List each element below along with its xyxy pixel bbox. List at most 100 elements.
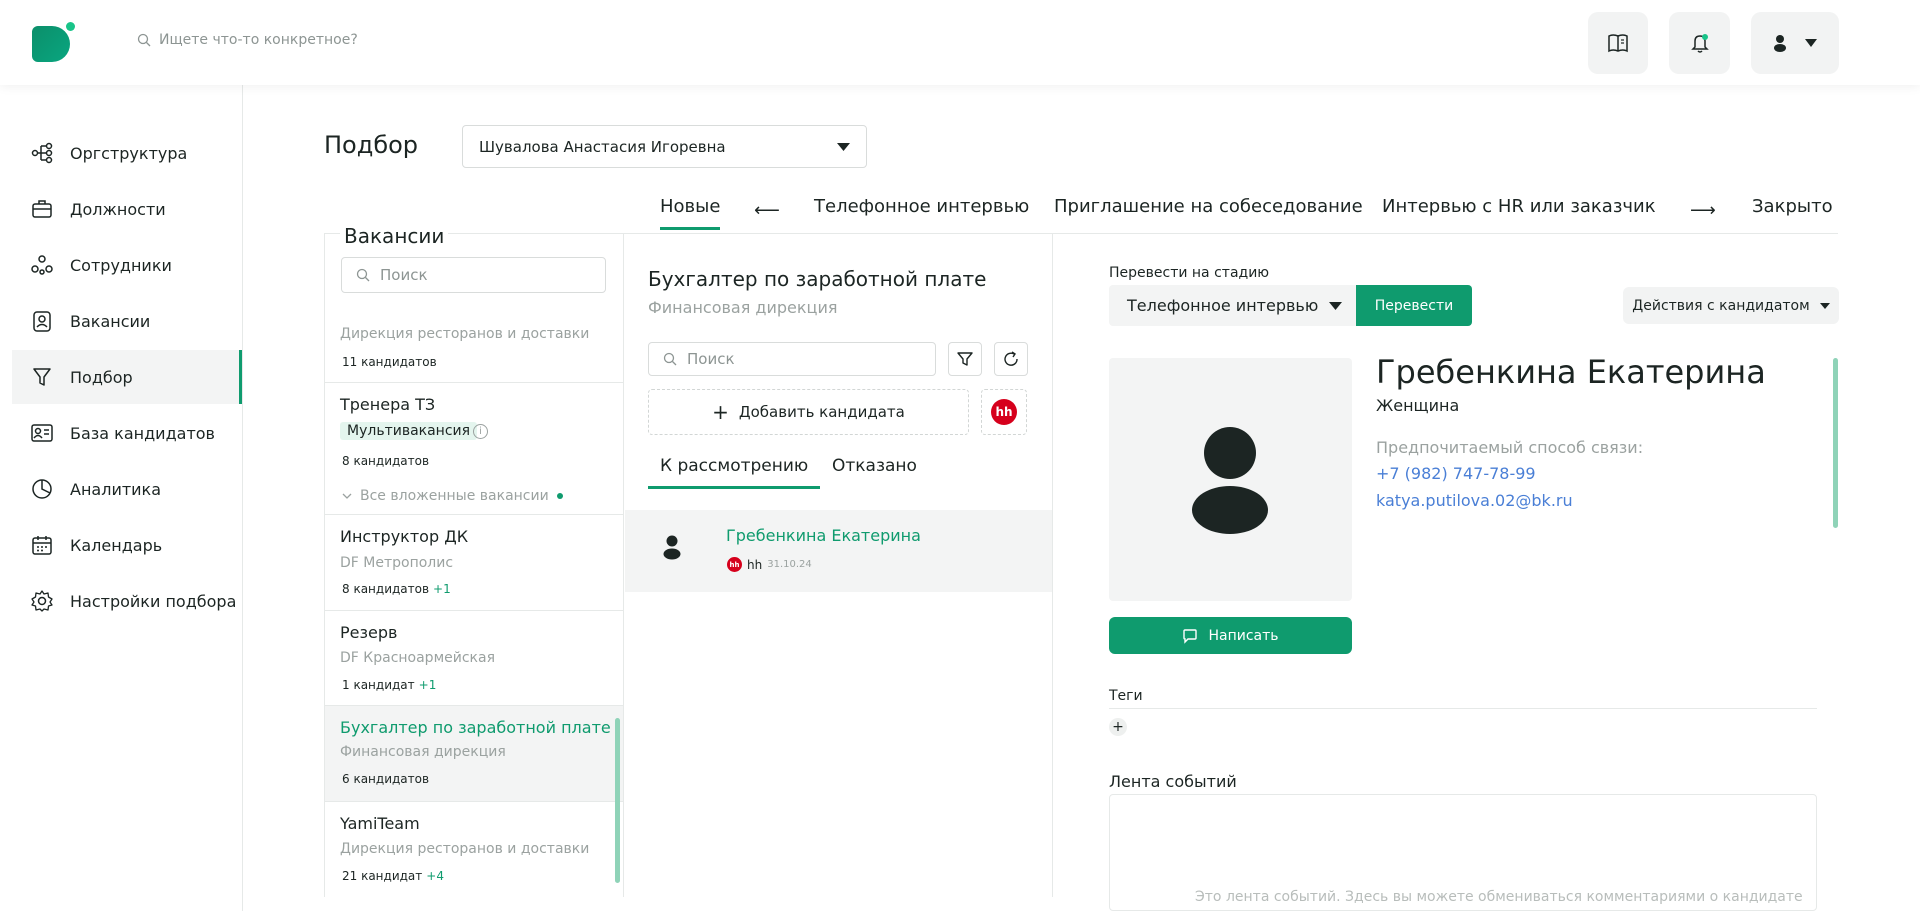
- sidebar-item-calendar[interactable]: Календарь: [12, 518, 242, 572]
- vacancy-count: 11 кандидатов: [342, 355, 437, 369]
- vacancy-item[interactable]: YamiTeam Дирекция ресторанов и доставки …: [325, 802, 623, 897]
- move-button[interactable]: Перевести: [1356, 285, 1472, 326]
- funnel-icon: [957, 352, 973, 366]
- sidebar-item-org-structure[interactable]: Оргструктура: [12, 126, 242, 180]
- write-message-button[interactable]: Написать: [1109, 617, 1352, 654]
- vacancy-item[interactable]: Тренера ТЗ Мультивакансия i 8 кандидатов…: [325, 383, 623, 515]
- green-dot-icon: [556, 493, 563, 499]
- refresh-button[interactable]: [994, 342, 1028, 376]
- vacancies-scrollbar[interactable]: [615, 718, 620, 883]
- vacancy-department: DF Метрополис: [340, 555, 454, 571]
- user-icon: [1774, 35, 1786, 52]
- sidebar-item-employees[interactable]: Сотрудники: [12, 238, 242, 292]
- candidates-search-input[interactable]: Поиск: [648, 342, 936, 376]
- vacancy-item-selected[interactable]: Бухгалтер по заработной плате Финансовая…: [325, 706, 623, 802]
- move-stage-label: Перевести на стадию: [1109, 265, 1270, 281]
- event-feed-placeholder: Это лента событий. Здесь вы можете обмен…: [1195, 889, 1803, 905]
- tab-stage-invitation[interactable]: Приглашение на собеседование: [1054, 196, 1363, 217]
- recruiter-select-value: Шувалова Анастасия Игоревна: [479, 137, 726, 156]
- vacancy-subtitle: Финансовая дирекция: [648, 298, 838, 317]
- global-search-placeholder: Ищете что-то конкретное?: [159, 32, 358, 48]
- chevron-down-icon: [342, 493, 352, 499]
- add-tag-button[interactable]: +: [1109, 718, 1127, 736]
- multivacancy-badge: Мультивакансия: [340, 422, 478, 440]
- vacancy-count-text: 1 кандидат: [342, 678, 415, 692]
- stage-select[interactable]: Телефонное интервью: [1109, 285, 1356, 326]
- tab-rejected[interactable]: Отказано: [832, 456, 917, 476]
- add-candidate-label: Добавить кандидата: [738, 403, 905, 421]
- candidate-phone-link[interactable]: +7 (982) 747-78-99: [1376, 464, 1536, 483]
- tab-stage-hr-interview[interactable]: Интервью с HR или заказчик: [1382, 196, 1656, 217]
- user-menu-button[interactable]: [1751, 12, 1839, 74]
- vacancy-item[interactable]: Резерв DF Красноармейская 1 кандидат +1: [325, 611, 623, 706]
- candidate-name[interactable]: Гребенкина Екатерина: [726, 526, 921, 545]
- tab-under-review[interactable]: К рассмотрению: [648, 456, 821, 489]
- vacancy-name: YamiTeam: [340, 814, 420, 833]
- global-search[interactable]: Ищете что-то конкретное?: [137, 32, 358, 48]
- sidebar-item-positions[interactable]: Должности: [12, 182, 242, 236]
- search-icon: [137, 33, 151, 47]
- vacancy-new-count: +4: [426, 869, 444, 883]
- event-feed-label: Лента событий: [1109, 772, 1237, 791]
- vacancies-search-input[interactable]: Поиск: [341, 257, 606, 293]
- nested-vacancies-toggle[interactable]: Все вложенные вакансии: [342, 488, 563, 504]
- tab-stage-phone-interview[interactable]: Телефонное интервью: [814, 196, 1029, 217]
- sidebar-item-recruitment-settings[interactable]: Настройки подбора: [12, 574, 242, 628]
- sidebar-item-analytics[interactable]: Аналитика: [12, 462, 242, 516]
- sidebar-item-recruitment[interactable]: Подбор: [12, 350, 242, 404]
- pie-chart-icon: [32, 479, 52, 499]
- vacancy-name: Тренера ТЗ: [340, 395, 436, 414]
- vacancy-count: 8 кандидатов: [342, 454, 430, 468]
- vacancy-item[interactable]: Дирекция ресторанов и доставки 11 кандид…: [325, 313, 623, 383]
- caret-down-icon: [837, 142, 850, 151]
- details-scrollbar[interactable]: [1833, 358, 1838, 528]
- sidebar-item-label: Аналитика: [70, 479, 162, 499]
- candidate-date: 31.10.24: [767, 559, 812, 570]
- candidate-avatar: [1109, 358, 1352, 601]
- filter-button[interactable]: [948, 342, 982, 376]
- vacancy-count: 21 кандидат +4: [342, 869, 444, 883]
- sidebar-item-label: Должности: [70, 199, 166, 219]
- add-candidate-button[interactable]: + Добавить кандидата: [648, 389, 969, 435]
- caret-down-icon: [1329, 301, 1342, 310]
- sidebar-item-label: Оргструктура: [70, 143, 188, 163]
- stage-tabs: Новые ⟵ Телефонное интервью Приглашение …: [646, 196, 1838, 234]
- vacancy-count: 8 кандидатов +1: [342, 582, 451, 596]
- notifications-button[interactable]: [1669, 12, 1730, 74]
- tab-stage-closed[interactable]: Закрыто: [1752, 196, 1833, 217]
- search-icon: [356, 268, 370, 282]
- vacancy-count-text: 8 кандидатов: [342, 582, 430, 596]
- refresh-icon: [1004, 351, 1018, 366]
- candidate-row[interactable]: [625, 510, 1052, 592]
- knowledge-base-button[interactable]: [1588, 12, 1648, 74]
- hh-logo-icon: hh: [727, 557, 742, 572]
- sidebar-item-vacancies[interactable]: Вакансии: [12, 294, 242, 348]
- arrow-left-icon[interactable]: ⟵: [754, 200, 780, 221]
- briefcase-icon: [32, 200, 52, 218]
- sidebar-item-label: Вакансии: [70, 311, 151, 331]
- candidate-actions-button[interactable]: Действия с кандидатом: [1623, 287, 1839, 324]
- vacancies-title: Вакансии: [340, 224, 449, 248]
- tab-stage-new[interactable]: Новые: [660, 196, 721, 230]
- vacancy-title: Бухгалтер по заработной плате: [648, 267, 987, 291]
- caret-down-icon: [1805, 39, 1817, 47]
- app-logo[interactable]: [32, 22, 75, 62]
- sidebar-item-label: Настройки подбора: [70, 591, 237, 611]
- sidebar-item-candidate-base[interactable]: База кандидатов: [12, 406, 242, 460]
- candidate-email-link[interactable]: katya.putilova.02@bk.ru: [1376, 491, 1573, 510]
- user-icon: [1192, 427, 1268, 534]
- vacancy-count: 6 кандидатов: [342, 772, 430, 786]
- info-icon[interactable]: i: [473, 424, 488, 439]
- arrow-right-icon[interactable]: ⟶: [1690, 200, 1716, 221]
- id-card-icon: [31, 424, 53, 442]
- recruiter-select[interactable]: Шувалова Анастасия Игоревна: [462, 125, 867, 168]
- write-message-label: Написать: [1208, 627, 1279, 644]
- vacancy-department: Финансовая дирекция: [340, 744, 506, 760]
- vacancy-name: Инструктор ДК: [340, 527, 469, 546]
- sidebar-item-label: Подбор: [70, 367, 133, 387]
- nested-vacancies-label: Все вложенные вакансии: [360, 488, 549, 504]
- caret-down-icon: [1819, 302, 1830, 309]
- vacancy-item[interactable]: Инструктор ДК DF Метрополис 8 кандидатов…: [325, 515, 623, 611]
- import-hh-button[interactable]: hh: [981, 389, 1027, 435]
- user-icon: [663, 535, 681, 560]
